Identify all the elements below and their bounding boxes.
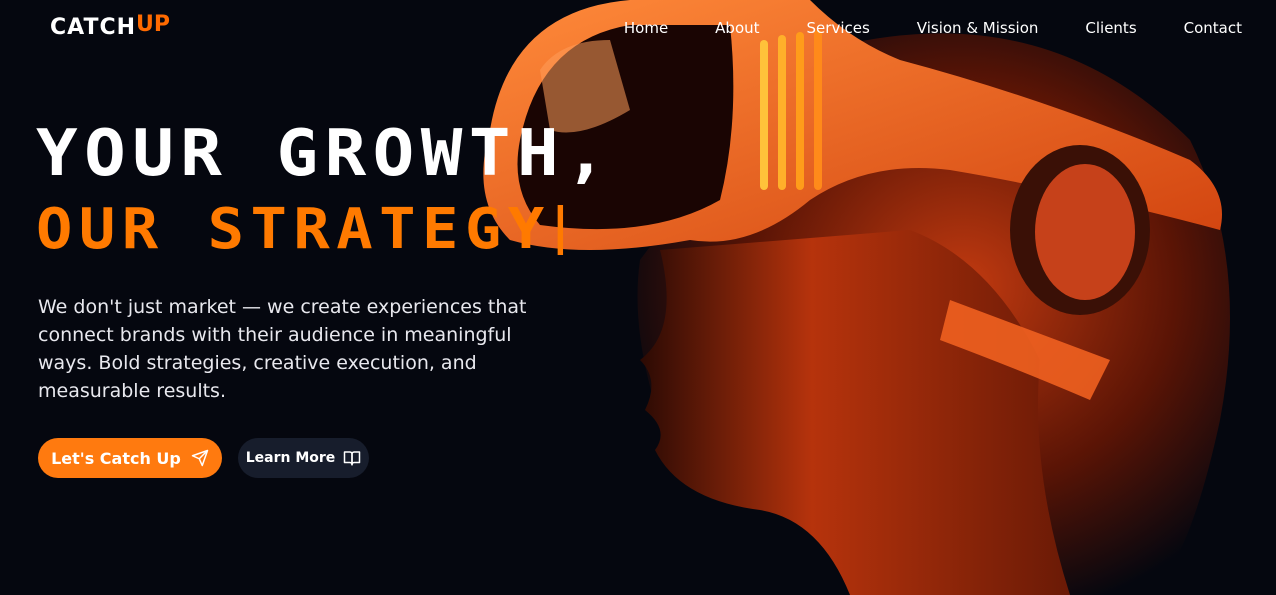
book-icon (343, 449, 361, 467)
learn-more-button[interactable]: Learn More (238, 438, 369, 478)
nav-contact-link[interactable]: Contact (1184, 17, 1242, 39)
hero-title-line-2: OUR STRATEGY (36, 202, 613, 258)
hero-headline: YOUR GROWTH, OUR STRATEGY (36, 122, 607, 258)
send-icon (191, 449, 209, 467)
logo-accent: UP (136, 11, 171, 37)
main-navigation: Home About Services Vision & Mission Cli… (624, 17, 1242, 39)
typing-caret (557, 205, 563, 255)
hero-title-line-2-text: OUR STRATEGY (36, 197, 551, 262)
nav-clients-link[interactable]: Clients (1085, 17, 1136, 39)
nav-about-link[interactable]: About (715, 17, 759, 39)
learn-more-label: Learn More (245, 450, 336, 466)
hero-description: We don't just market — we create experie… (38, 296, 527, 402)
nav-services-link[interactable]: Services (807, 17, 870, 39)
logo-text: CATCH (50, 14, 137, 40)
lets-catch-up-label: Let's Catch Up (51, 448, 181, 468)
lets-catch-up-button[interactable]: Let's Catch Up (38, 438, 222, 478)
nav-vision-mission-link[interactable]: Vision & Mission (917, 17, 1039, 39)
hero-title-line-1: YOUR GROWTH, (36, 117, 614, 191)
catchup-logo[interactable]: CATCH UP (50, 12, 170, 42)
nav-home-link[interactable]: Home (624, 17, 668, 39)
